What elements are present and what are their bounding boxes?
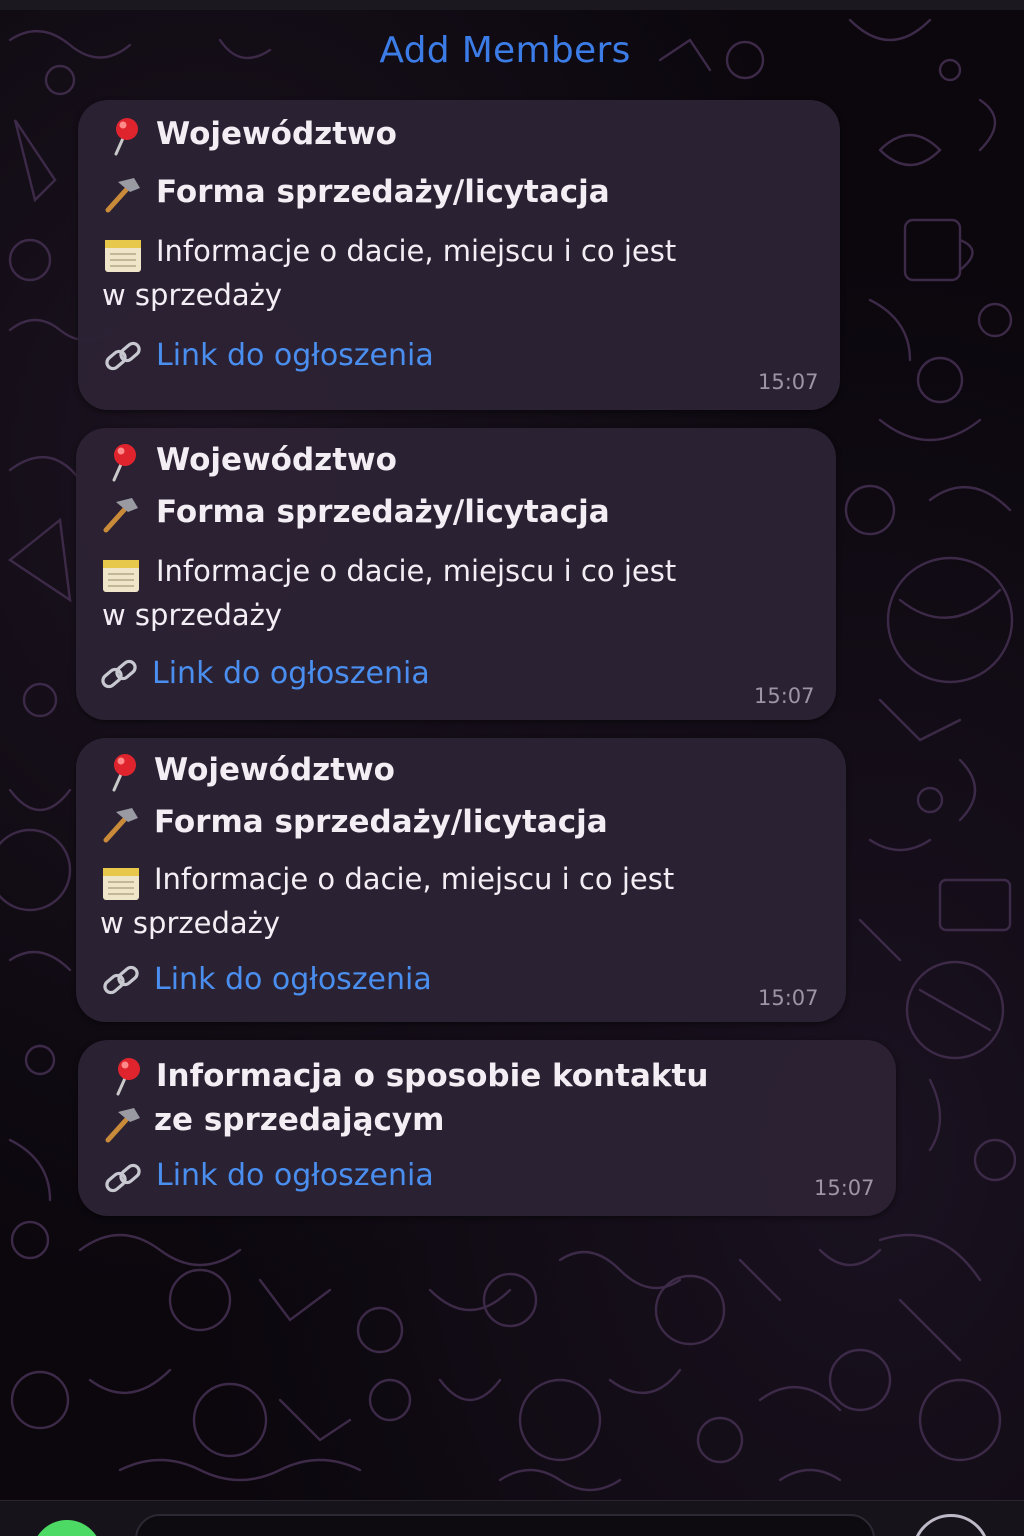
- message-line-title: Województwo: [156, 116, 397, 152]
- message-line-info: Informacje o dacie, miejscu i co jest: [154, 862, 675, 896]
- message-input[interactable]: [135, 1514, 875, 1536]
- listing-link[interactable]: Link do ogłoszenia: [156, 338, 434, 373]
- message-line-info-cont: w sprzedaży: [102, 278, 283, 312]
- link-icon: [105, 341, 141, 371]
- hammer-icon: [103, 498, 138, 533]
- listing-link[interactable]: Link do ogłoszenia: [152, 656, 430, 691]
- calendar-icon: [103, 560, 139, 592]
- message-bubble[interactable]: Informacja o sposobie kontaktu ze sprzed…: [78, 1040, 896, 1216]
- message-line-info-cont: w sprzedaży: [100, 906, 281, 940]
- link-icon: [105, 1163, 141, 1193]
- message-line-info: Informacje o dacie, miejscu i co jest: [156, 234, 677, 268]
- message-timestamp: 15:07: [754, 684, 815, 708]
- round-pushpin-icon: [112, 754, 136, 792]
- message-line-title: Województwo: [156, 442, 397, 478]
- add-members-button[interactable]: Add Members: [0, 30, 1010, 71]
- round-pushpin-icon: [116, 1058, 140, 1096]
- link-icon: [101, 659, 137, 689]
- message-timestamp: 15:07: [814, 1176, 875, 1200]
- message-timestamp: 15:07: [758, 986, 819, 1010]
- message-line-subtitle: Forma sprzedaży/licytacja: [154, 804, 608, 840]
- top-divider: [0, 0, 1024, 10]
- message-bubble[interactable]: Województwo Forma sprzedaży/licytacja In…: [76, 428, 836, 720]
- hammer-icon: [105, 1108, 140, 1143]
- listing-link[interactable]: Link do ogłoszenia: [156, 1158, 434, 1193]
- message-bubble[interactable]: Województwo Forma sprzedaży/licytacja In…: [78, 100, 840, 410]
- round-pushpin-icon: [112, 444, 136, 482]
- round-pushpin-icon: [114, 118, 138, 156]
- message-bubble[interactable]: Województwo Forma sprzedaży/licytacja In…: [76, 738, 846, 1022]
- message-line-subtitle: ze sprzedającym: [154, 1102, 445, 1138]
- listing-link[interactable]: Link do ogłoszenia: [154, 962, 432, 997]
- message-timestamp: 15:07: [758, 370, 819, 394]
- message-line-info-cont: w sprzedaży: [102, 598, 283, 632]
- message-line-subtitle: Forma sprzedaży/licytacja: [156, 494, 610, 530]
- message-line-title: Informacja o sposobie kontaktu: [156, 1058, 709, 1094]
- message-line-title: Województwo: [154, 752, 395, 788]
- calendar-icon: [105, 240, 141, 272]
- hammer-icon: [103, 808, 138, 843]
- message-line-info: Informacje o dacie, miejscu i co jest: [156, 554, 677, 588]
- link-icon: [103, 965, 139, 995]
- message-line-subtitle: Forma sprzedaży/licytacja: [156, 174, 610, 210]
- calendar-icon: [103, 868, 139, 900]
- hammer-icon: [105, 178, 140, 213]
- chat-screen: Add Members Województwo Forma sprzedaży/…: [0, 0, 1024, 1536]
